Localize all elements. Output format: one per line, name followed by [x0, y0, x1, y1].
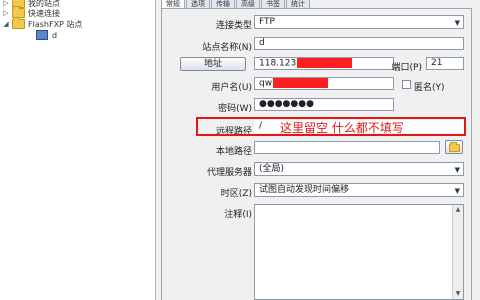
dropdown-arrow-icon: ▼ [454, 166, 460, 174]
site-name-label: 站点名称(N) [202, 43, 252, 53]
port-input[interactable]: 21 [426, 57, 464, 70]
timezone-label: 时区(Z) [220, 189, 252, 199]
connection-type-select[interactable]: FTP ▼ [254, 15, 464, 29]
address-value: 118.123 [259, 58, 297, 69]
timezone-value: 试图自动发现时间偏移 [259, 185, 350, 195]
redaction-mark [273, 78, 329, 88]
folder-icon [449, 142, 460, 152]
tree-item-label: 快速连接 [28, 8, 60, 18]
expand-icon[interactable]: ▷ [2, 9, 10, 17]
address-button[interactable]: 地址 [180, 57, 246, 71]
folder-icon [12, 17, 25, 29]
proxy-value: (全局) [259, 164, 285, 174]
notes-label: 注释(I) [224, 210, 252, 220]
general-tab-panel: 连接类型 FTP ▼ 站点名称(N) d 地址 118.123 端口(P) 21… [161, 8, 472, 300]
username-label: 用户名(U) [211, 83, 252, 93]
tree-item-label: d [52, 30, 58, 40]
scroll-up-icon[interactable]: ▲ [454, 206, 462, 214]
annotation-note: 这里留空 什么都不填写 [280, 121, 404, 135]
notes-textarea[interactable]: ▲ ▼ [254, 204, 464, 300]
connection-type-label: 连接类型 [215, 21, 252, 31]
proxy-label: 代理服务器 [206, 168, 252, 178]
collapse-icon[interactable]: ◢ [2, 20, 10, 28]
dropdown-arrow-icon: ▼ [454, 187, 460, 195]
timezone-select[interactable]: 试图自动发现时间偏移 ▼ [254, 183, 464, 197]
username-input[interactable]: qw [254, 77, 394, 90]
username-value: qw [259, 78, 273, 89]
site-tree-panel: ▷ 我的站点 ▷ 快速连接 ◢ FlashFXP 站点 d [0, 0, 156, 300]
local-path-input[interactable] [254, 141, 440, 154]
connection-type-value: FTP [259, 17, 275, 27]
expand-icon[interactable]: ▷ [2, 0, 10, 7]
password-label: 密码(W) [218, 104, 252, 114]
site-icon [36, 30, 48, 40]
anonymous-label: 匿名(Y) [414, 83, 445, 93]
scroll-down-icon[interactable]: ▼ [454, 290, 462, 298]
local-path-label: 本地路径 [215, 147, 252, 157]
site-name-input[interactable]: d [254, 37, 464, 50]
notes-scrollbar[interactable]: ▲ ▼ [452, 205, 463, 299]
tab-bar: 常规 选项 传输 高级 书签 统计 [161, 0, 311, 9]
anonymous-checkbox[interactable] [402, 80, 411, 89]
tree-item-site-d[interactable]: d [36, 29, 57, 41]
password-input[interactable]: ●●●●●●● [254, 98, 394, 111]
proxy-select[interactable]: (全局) ▼ [254, 162, 464, 176]
port-label: 端口(P) [391, 63, 422, 73]
tree-item-label: FlashFXP 站点 [28, 19, 83, 29]
browse-button[interactable] [445, 140, 463, 154]
site-properties-dialog: 常规 选项 传输 高级 书签 统计 连接类型 FTP ▼ 站点名称(N) d 地… [157, 0, 480, 300]
dropdown-arrow-icon: ▼ [454, 19, 460, 27]
